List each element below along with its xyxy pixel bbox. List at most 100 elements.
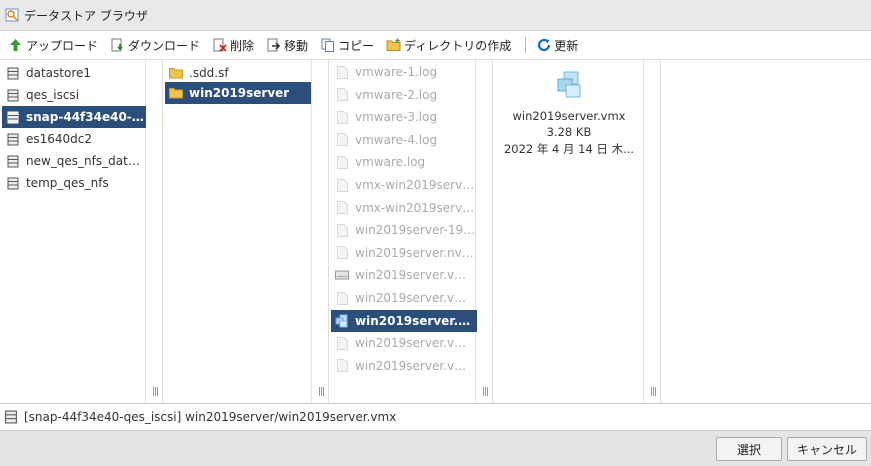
file-item[interactable]: win2019server.vmx~	[331, 355, 477, 377]
file-label: win2019server.vmsd	[355, 291, 477, 305]
datastore-item[interactable]: qes_iscsi	[2, 84, 142, 106]
file-icon	[335, 88, 349, 102]
datastore-label: new_qes_nfs_data...	[26, 154, 142, 168]
datastore-label: temp_qes_nfs	[26, 176, 109, 190]
datastore-label: datastore1	[26, 66, 92, 80]
datastore-icon	[6, 176, 20, 190]
file-label: win2019server.vmx...	[355, 336, 477, 351]
file-label: vmx-win2019server...	[355, 200, 477, 215]
file-column[interactable]: vmware-1.log vmware-2.log vmware-3.log vmwa…	[329, 60, 493, 403]
file-item[interactable]: win2019server.nvram	[331, 242, 477, 264]
datastore-item-selected[interactable]: snap-44f34e40-qes...	[2, 106, 146, 128]
file-label: win2019server.nvram	[355, 245, 477, 260]
datastore-item[interactable]: datastore1	[2, 62, 142, 84]
column-resize-handle[interactable]: |||	[318, 387, 325, 397]
browser-columns: datastore1 qes_iscsi snap-44f34e40-qes..…	[0, 60, 871, 403]
file-icon	[335, 291, 349, 305]
datastore-item[interactable]: temp_qes_nfs	[2, 172, 142, 194]
file-label: vmware-4.log	[355, 132, 438, 147]
folder-column[interactable]: .sdd.sf win2019server |||	[163, 60, 329, 403]
vm-config-icon	[335, 314, 349, 328]
datastore-icon	[6, 110, 20, 124]
file-item[interactable]: vmware-2.log	[331, 84, 477, 106]
column-resize-handle[interactable]: |||	[152, 387, 159, 397]
status-bar: [snap-44f34e40-qes_iscsi] win2019server/…	[0, 403, 871, 430]
detail-file-date: 2022 年 4 月 14 日 木...	[503, 142, 635, 156]
selected-path: [snap-44f34e40-qes_iscsi] win2019server/…	[24, 410, 397, 424]
title-bar: データストア ブラウザ	[0, 0, 871, 31]
file-icon	[335, 65, 349, 79]
toolbar: アップロード ダウンロード 削除 移動 コピー ディレクトリの作成 更新	[0, 31, 871, 60]
folder-label: win2019server	[189, 86, 290, 100]
download-icon	[110, 38, 125, 53]
datastore-browser-icon	[5, 8, 19, 22]
folder-item-selected[interactable]: win2019server	[165, 82, 311, 104]
refresh-button[interactable]: 更新	[536, 34, 578, 56]
datastore-icon	[5, 410, 17, 424]
virtual-disk-icon	[335, 268, 349, 282]
file-item[interactable]: win2019server.vmx...	[331, 332, 477, 354]
window-title: データストア ブラウザ	[24, 8, 148, 23]
file-icon	[335, 246, 349, 260]
file-icon	[335, 336, 349, 350]
datastore-label: snap-44f34e40-qes...	[26, 110, 146, 124]
file-label: vmware-3.log	[355, 110, 438, 125]
datastore-column[interactable]: datastore1 qes_iscsi snap-44f34e40-qes..…	[0, 60, 163, 403]
delete-button[interactable]: 削除	[212, 34, 254, 56]
file-icon	[335, 178, 349, 192]
column-resize-handle[interactable]: |||	[482, 387, 489, 397]
column-resize-handle[interactable]: |||	[650, 387, 657, 397]
file-icon	[335, 155, 349, 169]
file-item[interactable]: vmware-1.log	[331, 61, 477, 83]
file-icon	[335, 201, 349, 215]
datastore-list: datastore1 qes_iscsi snap-44f34e40-qes..…	[0, 60, 146, 403]
create-directory-button[interactable]: ディレクトリの作成	[386, 34, 511, 56]
folder-item[interactable]: .sdd.sf	[165, 62, 311, 84]
file-label: vmware-1.log	[355, 65, 438, 79]
file-label: win2019server.vmx~	[355, 358, 477, 373]
datastore-icon	[6, 132, 20, 146]
file-item[interactable]: win2019server.vmdk	[331, 264, 477, 286]
file-item[interactable]: win2019server-19f1...	[331, 219, 477, 241]
vm-config-icon	[557, 71, 581, 98]
file-item[interactable]: vmx-win2019server...	[331, 197, 477, 219]
file-item[interactable]: win2019server.vmsd	[331, 287, 477, 309]
toolbar-separator	[525, 37, 527, 53]
folder-list: .sdd.sf win2019server	[163, 60, 312, 403]
select-button[interactable]: 選択	[716, 437, 782, 461]
upload-button[interactable]: アップロード	[8, 34, 98, 56]
file-label: win2019server.vmx	[355, 313, 477, 328]
copy-button[interactable]: コピー	[320, 34, 374, 56]
details-column: win2019server.vmx 3.28 KB 2022 年 4 月 14 …	[493, 60, 661, 403]
download-label: ダウンロード	[128, 38, 201, 53]
datastore-label: es1640dc2	[26, 132, 93, 146]
file-label: vmx-win2019server...	[355, 178, 477, 192]
datastore-item[interactable]: es1640dc2	[2, 128, 142, 150]
file-label: win2019server.vmdk	[355, 268, 477, 283]
details-pane: win2019server.vmx 3.28 KB 2022 年 4 月 14 …	[493, 60, 644, 403]
empty-column	[661, 60, 871, 403]
move-button[interactable]: 移動	[266, 34, 308, 56]
file-item[interactable]: vmware-4.log	[331, 129, 477, 151]
file-details: win2019server.vmx 3.28 KB 2022 年 4 月 14 …	[493, 70, 645, 159]
datastore-icon	[6, 66, 20, 80]
datastore-icon	[6, 154, 20, 168]
datastore-label: qes_iscsi	[26, 88, 80, 102]
datastore-item[interactable]: new_qes_nfs_data...	[2, 150, 142, 172]
file-item[interactable]: vmware.log	[331, 151, 477, 173]
file-item-selected[interactable]: win2019server.vmx	[331, 309, 477, 332]
detail-file-name: win2019server.vmx	[512, 109, 626, 123]
upload-label: アップロード	[26, 38, 99, 53]
file-list: vmware-1.log vmware-2.log vmware-3.log vmwa…	[329, 60, 477, 403]
file-item[interactable]: vmware-3.log	[331, 106, 477, 128]
detail-file-size: 3.28 KB	[546, 125, 592, 139]
download-button[interactable]: ダウンロード	[110, 34, 200, 56]
file-label: win2019server-19f1...	[355, 223, 477, 238]
copy-label: コピー	[338, 38, 375, 53]
folder-icon	[169, 66, 183, 80]
cancel-button[interactable]: キャンセル	[787, 437, 867, 461]
move-icon	[266, 38, 281, 53]
refresh-label: 更新	[554, 38, 579, 53]
file-item[interactable]: vmx-win2019server...	[331, 174, 477, 196]
file-icon	[335, 223, 349, 237]
